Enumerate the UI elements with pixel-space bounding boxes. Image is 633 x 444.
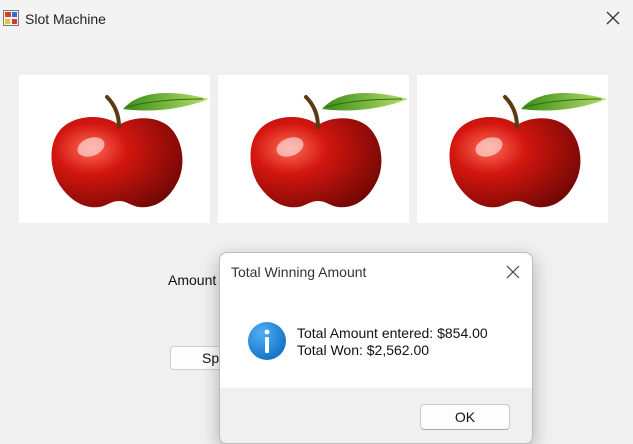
reel-2 [218,75,409,223]
message-dialog: Total Winning Amount Total Amount entere… [219,252,533,444]
apple-icon [250,93,408,208]
close-icon[interactable] [506,265,520,279]
title-bar: Slot Machine [0,0,633,40]
app-icon [3,10,19,26]
close-icon[interactable] [605,10,621,26]
reel-1 [19,75,210,223]
ok-button[interactable]: OK [420,404,510,430]
dialog-footer: OK [220,388,532,443]
reel-3 [417,75,608,223]
apple-icon [51,93,209,208]
dialog-message: Total Amount entered: $854.00 Total Won:… [297,325,488,359]
info-icon [248,322,286,360]
window-title: Slot Machine [25,11,106,27]
apple-icon [449,93,607,208]
dialog-line-amount-entered: Total Amount entered: $854.00 [297,325,488,341]
dialog-line-total-won: Total Won: $2,562.00 [297,342,430,358]
dialog-title: Total Winning Amount [231,264,367,280]
amount-label: Amount I [168,272,225,288]
